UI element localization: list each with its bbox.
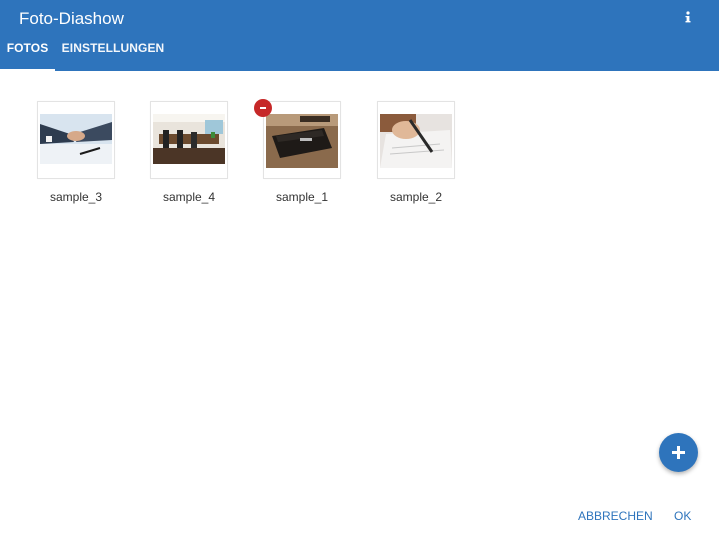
photo-thumbnail [150, 101, 228, 179]
photo-thumbnail [377, 101, 455, 179]
remove-icon[interactable] [254, 99, 272, 117]
dialog-header: Foto-Diashow FOTOS EINSTELLUNGEN [0, 0, 719, 71]
tab-einstellungen[interactable]: EINSTELLUNGEN [57, 42, 169, 71]
ok-button[interactable]: OK [674, 509, 691, 523]
photo-item-sample-1[interactable]: sample_1 [254, 99, 341, 211]
tab-fotos-label: FOTOS [6, 41, 49, 55]
photo-label: sample_1 [275, 190, 329, 204]
signing-document-photo [380, 114, 452, 168]
photo-label: sample_2 [389, 190, 443, 204]
photo-label: sample_3 [49, 190, 103, 204]
info-icon[interactable] [682, 10, 694, 26]
notebook-photo [266, 114, 338, 168]
add-photo-button[interactable] [659, 433, 698, 472]
photo-label: sample_4 [162, 190, 216, 204]
photo-item-sample-2[interactable]: sample_2 [377, 101, 455, 211]
dialog-title: Foto-Diashow [19, 9, 124, 28]
handshake-photo [40, 114, 112, 164]
tab-einstellungen-label: EINSTELLUNGEN [61, 41, 165, 55]
photo-item-sample-4[interactable]: sample_4 [150, 101, 228, 211]
tab-fotos[interactable]: FOTOS [0, 42, 55, 71]
photo-thumbnail [263, 101, 341, 179]
plus-icon [672, 446, 685, 459]
photo-item-sample-3[interactable]: sample_3 [37, 101, 115, 211]
cancel-button[interactable]: ABBRECHEN [578, 509, 653, 523]
photo-thumbnail [37, 101, 115, 179]
active-tab-indicator [0, 69, 55, 71]
meeting-room-photo [153, 114, 225, 164]
